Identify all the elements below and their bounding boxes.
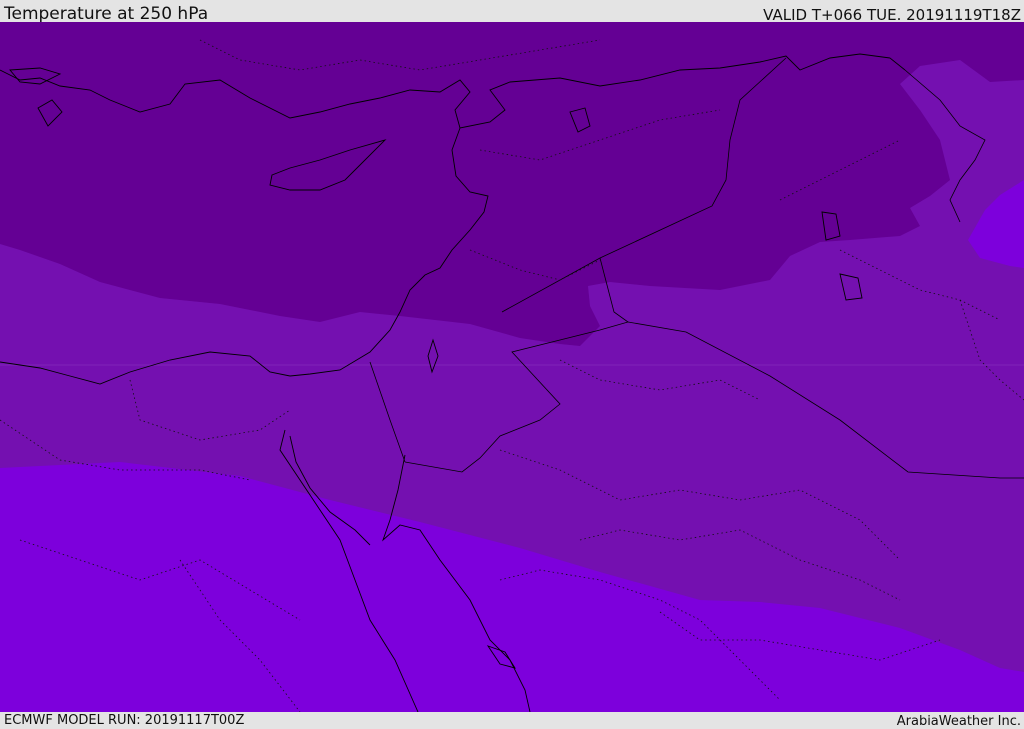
map-title: Temperature at 250 hPa bbox=[4, 4, 209, 24]
header-bar: Temperature at 250 hPa VALID T+066 TUE. … bbox=[0, 0, 1024, 24]
model-run-label: ECMWF MODEL RUN: 20191117T00Z bbox=[4, 713, 245, 728]
temperature-map bbox=[0, 22, 1024, 712]
footer-bar: ECMWF MODEL RUN: 20191117T00Z ArabiaWeat… bbox=[0, 712, 1024, 729]
credit-label: ArabiaWeather Inc. bbox=[896, 714, 1021, 729]
